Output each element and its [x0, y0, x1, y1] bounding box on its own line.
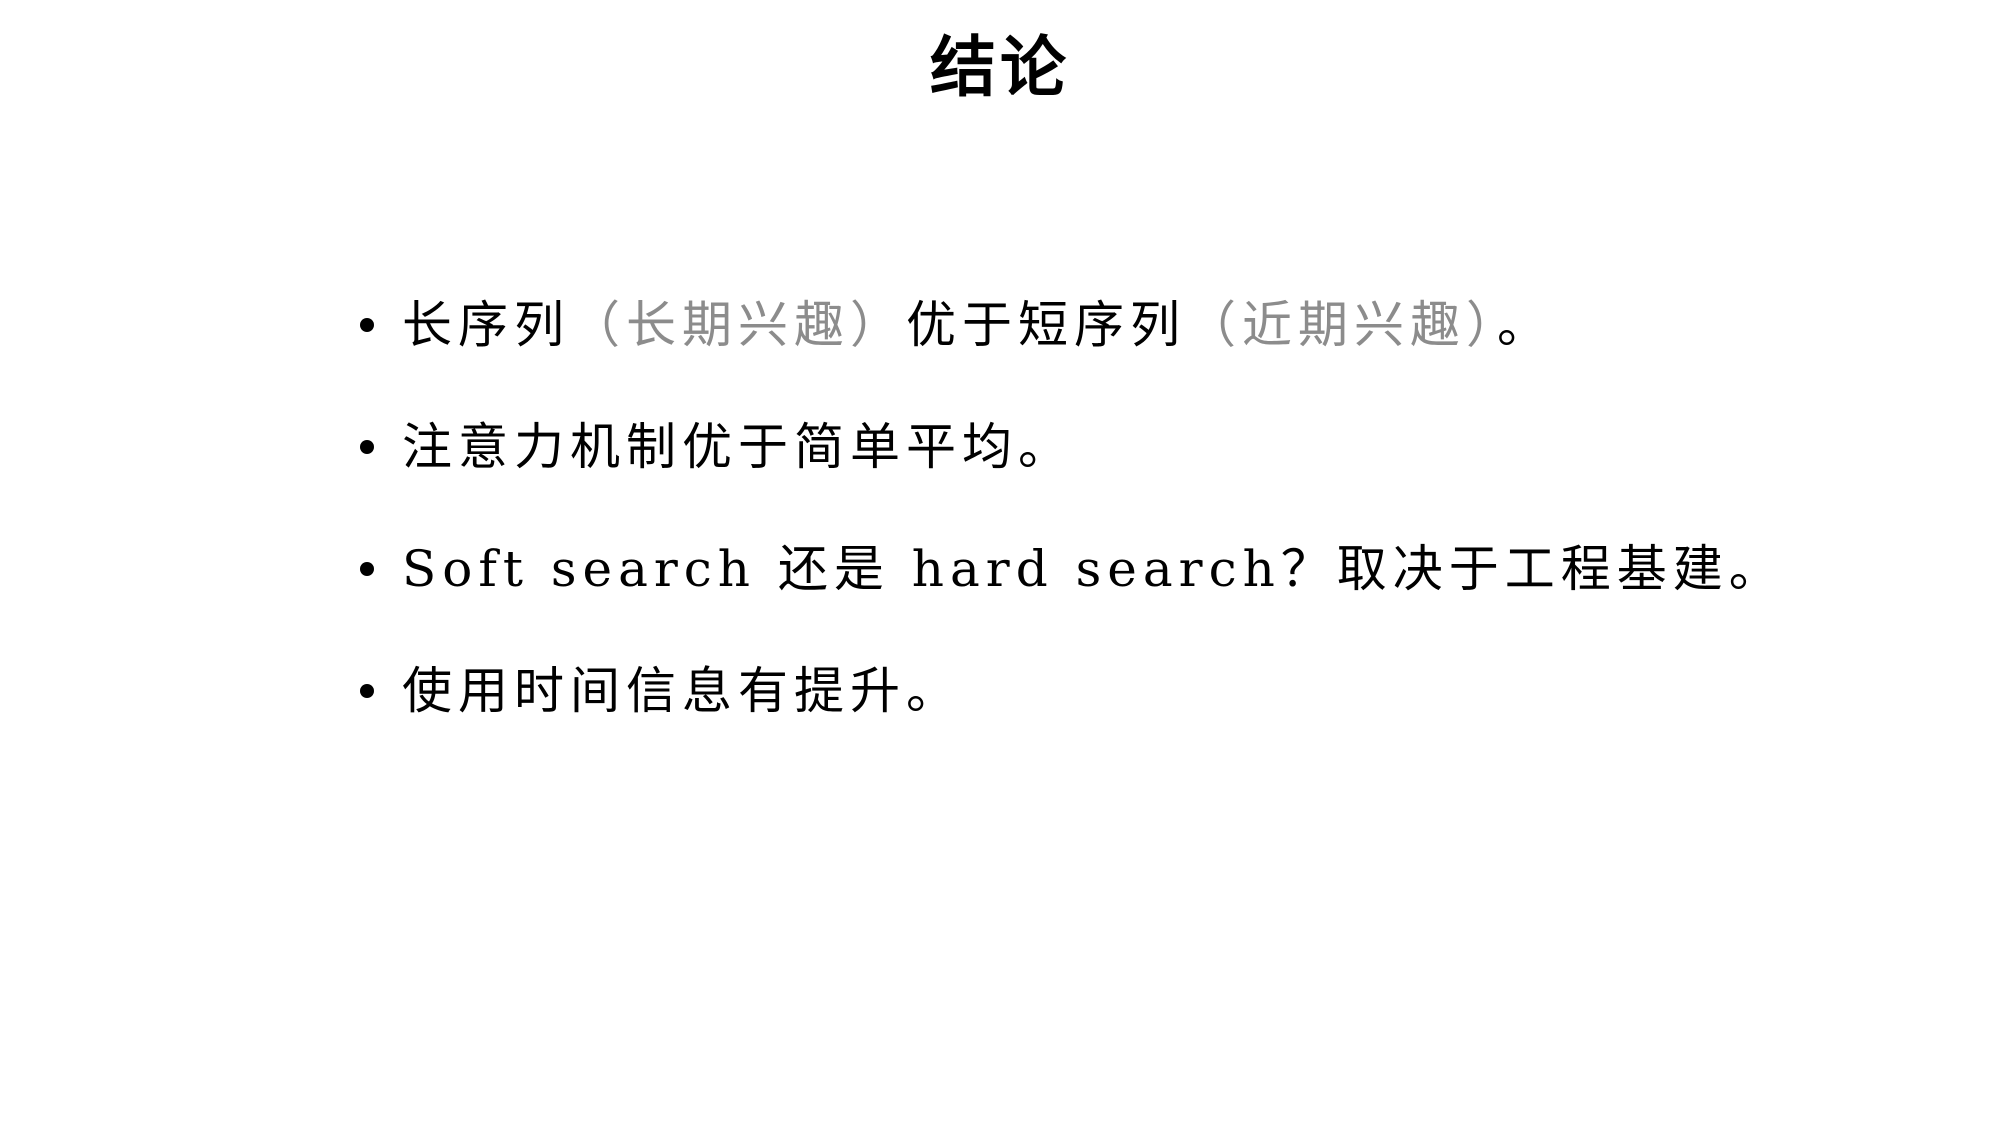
bullet-list: 长序列（长期兴趣）优于短序列（近期兴趣）。 注意力机制优于简单平均。 Soft …	[360, 280, 1779, 768]
bullet-text-part: 使用时间信息有提升。	[402, 662, 962, 720]
bullet-text: 使用时间信息有提升。	[402, 646, 962, 736]
bullet-text: 长序列（长期兴趣）优于短序列（近期兴趣）。	[402, 280, 1553, 370]
bullet-dot-icon	[360, 684, 374, 698]
bullet-text-part: 优于短序列	[906, 296, 1186, 354]
bullet-item-1: 长序列（长期兴趣）优于短序列（近期兴趣）。	[360, 280, 1760, 402]
bullet-text: 注意力机制优于简单平均。	[402, 402, 1074, 492]
bullet-item-4: 使用时间信息有提升。	[360, 646, 1760, 768]
bullet-text-part-muted: （长期兴趣）	[570, 296, 906, 354]
bullet-text-part: 长序列	[402, 296, 570, 354]
bullet-text-part-muted: （近期兴趣）	[1186, 296, 1497, 354]
bullet-text: Soft search 还是 hard search？取决于工程基建。	[402, 524, 1785, 614]
bullet-item-2: 注意力机制优于简单平均。	[360, 402, 1760, 524]
bullet-dot-icon	[360, 562, 374, 576]
bullet-dot-icon	[360, 318, 374, 332]
slide-title: 结论	[930, 28, 1070, 106]
bullet-dot-icon	[360, 440, 374, 454]
bullet-text-part: 。	[1497, 296, 1553, 354]
bullet-text-part: 注意力机制优于简单平均。	[402, 418, 1074, 476]
bullet-text-part: Soft search 还是 hard search？取决于工程基建。	[402, 540, 1785, 598]
bullet-item-3: Soft search 还是 hard search？取决于工程基建。	[360, 524, 1779, 646]
slide: 结论 长序列（长期兴趣）优于短序列（近期兴趣）。 注意力机制优于简单平均。 So…	[0, 0, 2000, 1125]
